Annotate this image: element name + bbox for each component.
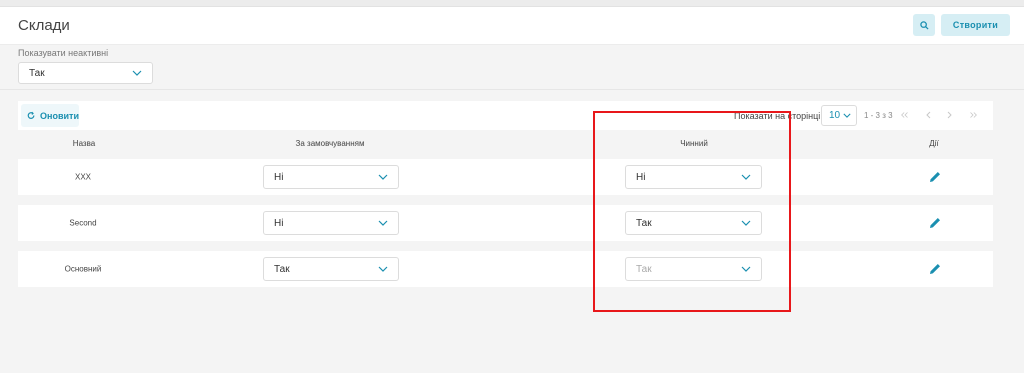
default-select[interactable]: Ні bbox=[263, 165, 399, 189]
edit-pencil-icon[interactable] bbox=[928, 262, 942, 276]
chevron-down-icon bbox=[378, 266, 388, 272]
chevron-right-icon bbox=[947, 111, 952, 119]
column-header-actions: Дії bbox=[929, 139, 939, 148]
default-select[interactable]: Так bbox=[263, 257, 399, 281]
next-page-button[interactable] bbox=[943, 108, 957, 122]
double-chevron-right-icon bbox=[970, 112, 977, 118]
page-header: Склади Створити bbox=[0, 7, 1024, 45]
search-icon bbox=[919, 20, 929, 30]
table-row: XXX Ні Ні bbox=[18, 159, 993, 195]
prev-page-button[interactable] bbox=[921, 108, 935, 122]
double-chevron-left-icon bbox=[901, 112, 908, 118]
chevron-down-icon bbox=[843, 113, 851, 118]
last-page-button[interactable] bbox=[966, 108, 980, 122]
edit-pencil-icon[interactable] bbox=[928, 170, 942, 184]
chevron-left-icon bbox=[926, 111, 931, 119]
column-header-name: Назва bbox=[72, 139, 96, 148]
per-page-value: 10 bbox=[829, 110, 841, 121]
create-button[interactable]: Створити bbox=[941, 14, 1010, 36]
edit-pencil-icon[interactable] bbox=[928, 216, 942, 230]
show-inactive-label: Показувати неактивні bbox=[18, 48, 109, 58]
warehouse-name: Second bbox=[69, 218, 97, 228]
top-strip bbox=[0, 0, 1024, 7]
chevron-down-icon bbox=[378, 220, 388, 226]
table-row: Основний Так Так bbox=[18, 251, 993, 287]
chevron-down-icon bbox=[132, 70, 142, 76]
refresh-button[interactable]: Оновити bbox=[21, 104, 79, 127]
default-value: Ні bbox=[274, 171, 284, 183]
default-value: Так bbox=[274, 263, 290, 275]
show-inactive-select[interactable]: Так bbox=[18, 62, 153, 84]
refresh-label: Оновити bbox=[40, 110, 79, 121]
default-select[interactable]: Ні bbox=[263, 211, 399, 235]
chevron-down-icon bbox=[378, 174, 388, 180]
first-page-button[interactable] bbox=[898, 108, 912, 122]
highlight-annotation-box bbox=[593, 111, 791, 312]
warehouse-name: XXX bbox=[74, 172, 92, 182]
per-page-select[interactable]: 10 bbox=[821, 105, 857, 126]
column-header-default: За замовчуванням bbox=[295, 139, 365, 148]
show-inactive-value: Так bbox=[29, 67, 45, 79]
warehouse-name: Основний bbox=[64, 264, 102, 274]
search-button[interactable] bbox=[913, 14, 935, 36]
table-row: Second Ні Так bbox=[18, 205, 993, 241]
pagination-range: 1 - 3 з 3 bbox=[864, 111, 893, 120]
table-toolbar: Оновити Показати на сторінці 10 1 - 3 з … bbox=[18, 101, 993, 130]
refresh-icon bbox=[27, 111, 35, 119]
divider bbox=[0, 89, 1024, 90]
page-title: Склади bbox=[18, 17, 70, 34]
default-value: Ні bbox=[274, 217, 284, 229]
